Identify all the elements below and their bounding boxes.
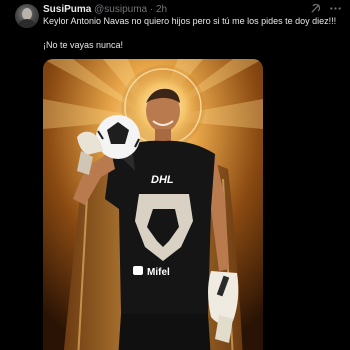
user-handle[interactable]: @susipuma xyxy=(94,4,147,15)
tweet-actions xyxy=(310,3,342,14)
more-options-icon[interactable] xyxy=(329,3,342,14)
tweet-text-line-1: Keylor Antonio Navas no quiero hijos per… xyxy=(43,16,337,26)
jersey-sponsor-bottom: Mifel xyxy=(147,267,170,278)
player-shorts xyxy=(118,314,211,350)
tweet-text-line-2: ¡No te vayas nunca! xyxy=(43,40,124,50)
avatar[interactable] xyxy=(15,4,39,28)
tweet-media-image[interactable]: DHL Mifel xyxy=(43,59,263,350)
timestamp[interactable]: 2h xyxy=(156,4,167,15)
display-name[interactable]: SusiPuma xyxy=(43,4,91,15)
media-illustration: DHL Mifel xyxy=(43,59,263,350)
separator-dot: · xyxy=(149,4,154,15)
tweet-card[interactable]: SusiPuma @susipuma · 2h Keylor Antonio N… xyxy=(0,0,350,350)
avatar-shoulders xyxy=(17,19,37,28)
jersey-sponsor-top: DHL xyxy=(151,174,174,186)
grok-icon[interactable] xyxy=(310,3,321,14)
soccer-ball xyxy=(96,115,140,159)
tweet-header: SusiPuma @susipuma · 2h xyxy=(43,4,167,16)
